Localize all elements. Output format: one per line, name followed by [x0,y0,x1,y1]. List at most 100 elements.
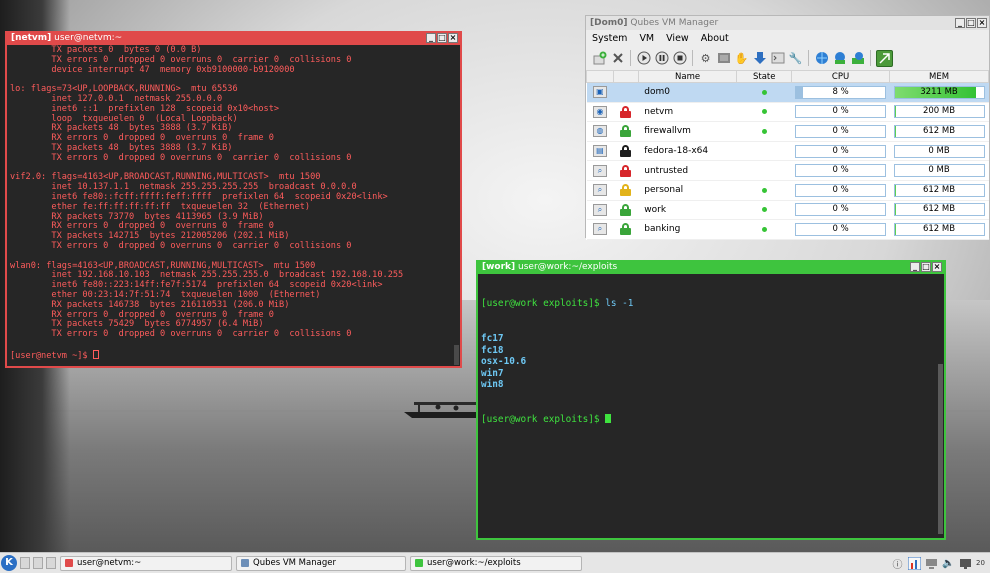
pause-vm-icon[interactable] [654,51,669,66]
shell-prompt: [user@work exploits]$ [481,414,606,426]
create-vm-icon[interactable] [592,51,607,66]
col-cpu[interactable]: CPU [791,70,891,83]
info-icon[interactable]: ⓘ [891,557,904,571]
work-titlebar[interactable]: [work] user@work:~/exploits _ □ × [478,260,944,274]
terminal-line: device interrupt 47 memory 0xb9100000-b9… [10,64,295,75]
display-icon[interactable] [959,557,972,570]
taskbar-task[interactable]: Qubes VM Manager [236,555,406,571]
vm-row-netvm[interactable]: ◉ netvm 0 % 200 MB [586,102,989,123]
maximize-button[interactable]: □ [921,262,931,272]
cpu-value: 0 % [832,125,849,136]
netvm-terminal-window[interactable]: [netvm] user@netvm:~ _ □ × TX packets 0 … [5,31,462,368]
minimize-button[interactable]: _ [910,262,920,272]
settings-icon[interactable]: ⚙ [698,51,713,66]
red-lock-icon [620,164,632,177]
restore-icon[interactable] [850,51,865,66]
black-lock-icon [620,145,632,158]
vm-row-fedora-18-x64[interactable]: ▤ fedora-18-x64 0 % 0 MB [586,141,989,162]
window-icon [415,559,423,567]
clock[interactable]: 20 [976,559,988,567]
vm-table: Name State CPU MEM ▣ dom0 8 % 3211 MB ◉ [586,70,989,240]
work-terminal-window[interactable]: [work] user@work:~/exploits _ □ × [user@… [476,260,946,540]
show-logs-icon[interactable] [716,51,731,66]
desktop-pager-2[interactable] [33,557,43,569]
minimize-button[interactable]: _ [426,33,436,43]
vm-row-banking[interactable]: ⌕ banking 0 % 612 MB [586,219,989,240]
show-hide-icon[interactable] [876,49,893,67]
toolbar-separator [870,50,871,66]
mem-bar: 200 MB [893,105,985,119]
tools-icon[interactable]: 🔧 [788,51,803,66]
close-button[interactable]: × [932,262,942,272]
menu-system[interactable]: System [592,33,627,44]
cpu-value: 0 % [832,223,849,234]
network-monitor-icon[interactable] [908,556,921,570]
cpu-bar: 0 % [795,124,887,138]
terminal-icon[interactable] [770,51,785,66]
netvm-scrollbar[interactable] [454,345,459,365]
network-icon[interactable] [925,557,938,570]
remove-vm-icon[interactable] [610,51,625,66]
desktop-pager-1[interactable] [20,557,30,569]
work-scrollbar[interactable] [938,364,943,534]
vm-name: netvm [638,102,737,123]
appvm-icon: ⌕ [592,203,607,216]
shell-prompt: [user@netvm ~]$ [10,350,93,361]
taskbar: K user@netvm:~ Qubes VM Manager user@work:… [0,552,990,573]
vm-row-firewallvm[interactable]: ◍ firewallvm 0 % 612 MB [586,121,989,142]
mem-bar: 612 MB [893,124,985,138]
vm-row-work[interactable]: ⌕ work 0 % 612 MB [586,200,989,221]
close-button[interactable]: × [977,18,987,28]
appvm-icon: ⌕ [592,223,607,236]
desktop-pager-3[interactable] [46,557,56,569]
col-name[interactable]: Name [637,70,738,83]
global-settings-icon[interactable] [814,51,829,66]
vm-row-dom0[interactable]: ▣ dom0 8 % 3211 MB [586,82,989,103]
mem-value: 0 MB [928,145,950,156]
maximize-button[interactable]: □ [966,18,976,28]
window-icon [241,559,249,567]
menu-about[interactable]: About [701,33,729,44]
running-state-icon [761,187,767,193]
vm-name: work [638,200,737,221]
vm-row-personal[interactable]: ⌕ personal 0 % 612 MB [586,180,989,201]
netvm-terminal-output[interactable]: TX packets 0 bytes 0 (0.0 B) TX errors 0… [7,45,460,366]
start-vm-icon[interactable] [636,51,651,66]
vm-name: fedora-18-x64 [638,141,737,162]
col-state[interactable]: State [736,70,793,83]
cpu-value: 0 % [832,165,849,176]
taskbar-task[interactable]: user@work:~/exploits [410,555,582,571]
vm-name: banking [638,219,737,240]
netvm-titlebar[interactable]: [netvm] user@netvm:~ _ □ × [7,31,460,45]
cpu-value: 0 % [832,184,849,195]
vm-row-untrusted[interactable]: ⌕ untrusted 0 % 0 MB [586,160,989,181]
running-state-icon [761,226,767,232]
appvm-icon: ⌕ [592,184,607,197]
close-button[interactable]: × [448,33,458,43]
qubes-vm-manager-window[interactable]: [Dom0] Qubes VM Manager _ □ × System VM … [585,15,990,240]
qvm-titlebar[interactable]: [Dom0] Qubes VM Manager _ □ × [586,16,989,30]
mem-bar: 3211 MB [893,85,985,99]
vm-name: dom0 [638,82,737,103]
running-state-icon [761,207,767,213]
volume-icon[interactable]: 🔈 [942,557,955,570]
terminal-cursor [92,349,99,359]
menu-view[interactable]: View [666,33,689,44]
backup-icon[interactable] [832,51,847,66]
yellow-lock-icon [620,184,632,197]
work-terminal-output[interactable]: [user@work exploits]$ ls -1 fc17 fc18 osx-… [478,274,944,538]
minimize-button[interactable]: _ [955,18,965,28]
maximize-button[interactable]: □ [437,33,447,43]
app-launcher-icon[interactable]: K [1,555,17,571]
cpu-bar: 0 % [795,164,887,178]
menu-vm[interactable]: VM [639,33,654,44]
col-label[interactable] [612,70,639,83]
taskbar-task[interactable]: user@netvm:~ [60,555,232,571]
template-vm-icon: ▤ [592,145,607,158]
update-vm-icon[interactable] [752,51,767,66]
col-type[interactable] [586,70,614,83]
firewall-icon[interactable]: ✋ [734,51,749,66]
stop-vm-icon[interactable] [672,51,687,66]
col-mem[interactable]: MEM [889,70,989,83]
